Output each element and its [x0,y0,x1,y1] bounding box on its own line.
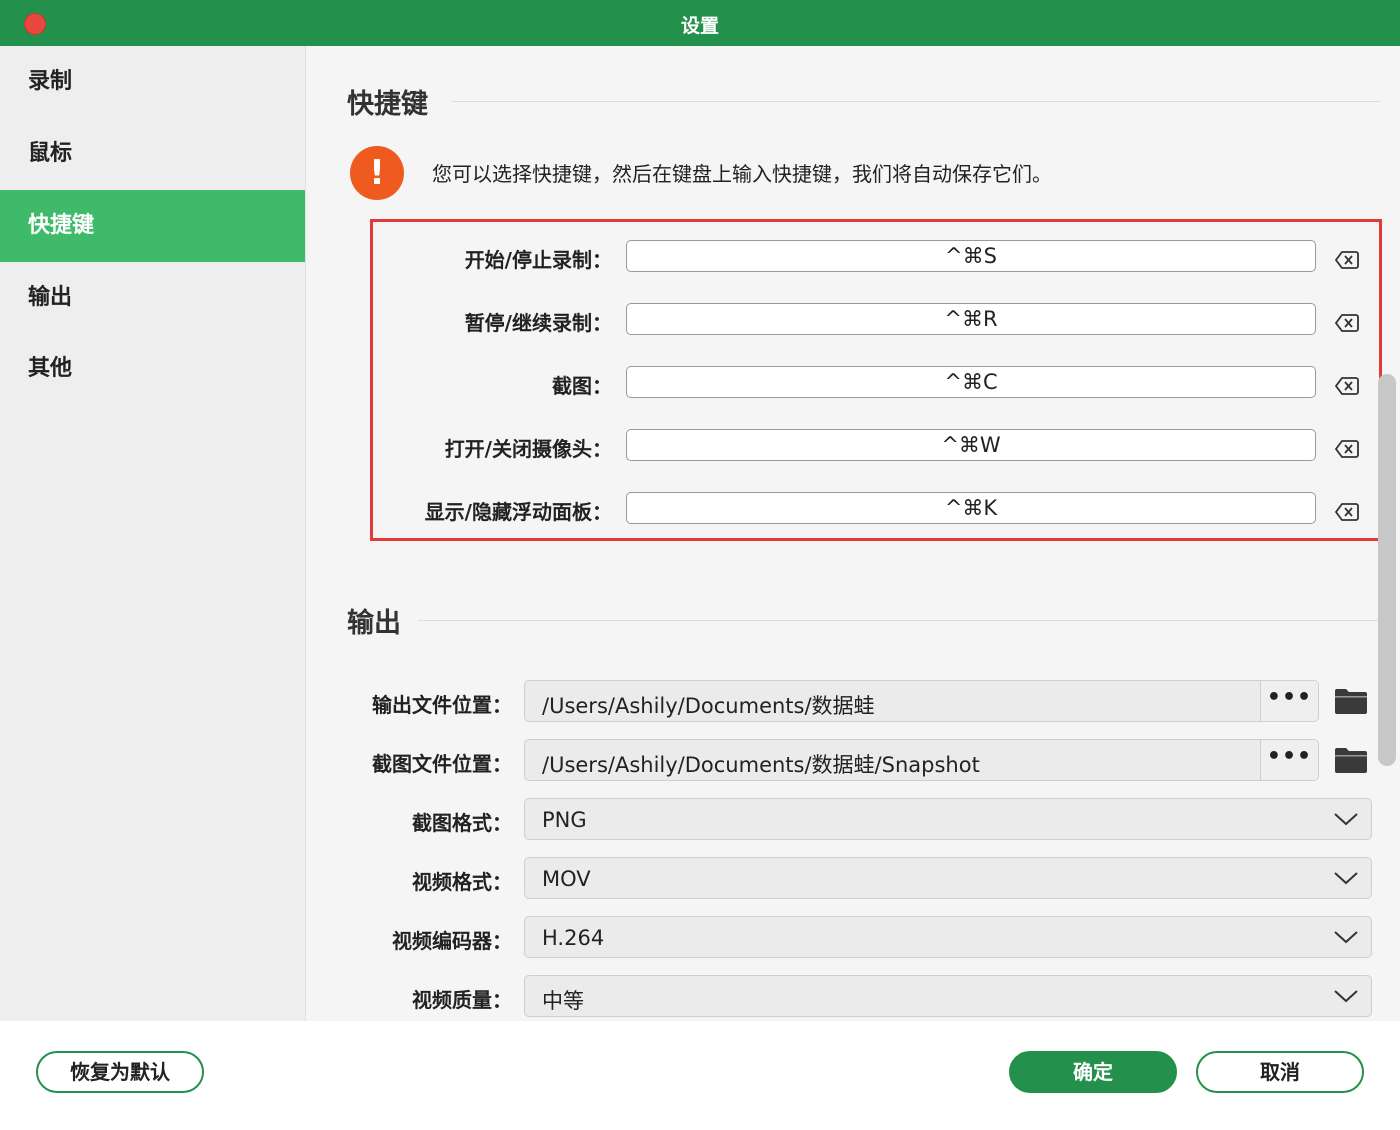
reset-default-button[interactable]: 恢复为默认 [36,1051,204,1093]
clear-hotkey-icon[interactable] [1334,249,1360,271]
hotkey-label-screenshot: 截图： [552,374,612,398]
sidebar-item-hotkeys[interactable]: 快捷键 [0,190,305,262]
ok-button[interactable]: 确定 [1009,1051,1177,1093]
folder-icon[interactable] [1334,687,1368,715]
cancel-button[interactable]: 取消 [1196,1051,1364,1093]
hotkeys-heading: 快捷键 [347,89,428,120]
chevron-down-icon [1334,931,1358,944]
video-quality-value: 中等 [542,989,584,1013]
hotkey-field-pause-resume[interactable]: ^⌘R [626,303,1316,335]
scrollbar-thumb[interactable] [1378,374,1396,766]
output-heading: 输出 [347,608,401,639]
hotkey-label-camera: 打开/关闭摄像头： [444,437,612,461]
footer-bar: 恢复为默认 确定 取消 [0,1021,1400,1130]
hotkey-field-screenshot[interactable]: ^⌘C [626,366,1316,398]
video-format-value: MOV [542,867,591,891]
section-divider [452,101,1380,102]
video-codec-value: H.264 [542,926,605,950]
snapshot-path-value: /Users/Ashily/Documents/数据蛙/Snapshot [542,753,980,777]
browse-output-button[interactable]: ••• [1260,681,1318,721]
chevron-down-icon [1334,990,1358,1003]
hotkey-label-floating-panel: 显示/隐藏浮动面板： [424,500,612,524]
hotkey-field-camera[interactable]: ^⌘W [626,429,1316,461]
sidebar-item-mouse[interactable]: 鼠标 [0,118,305,190]
sidebar-item-other[interactable]: 其他 [0,333,305,405]
hotkey-label-pause-resume: 暂停/继续录制： [464,311,612,335]
title-bar: 设置 [0,0,1400,46]
browse-snapshot-button[interactable]: ••• [1260,740,1318,780]
warning-icon: ! [350,146,404,200]
output-path-value: /Users/Ashily/Documents/数据蛙 [542,694,875,718]
video-quality-select[interactable]: 中等 [524,975,1372,1017]
hotkey-label-start-stop: 开始/停止录制： [464,248,612,272]
output-path-field[interactable]: /Users/Ashily/Documents/数据蛙 ••• [524,680,1319,722]
video-quality-label: 视频质量： [412,988,512,1012]
clear-hotkey-icon[interactable] [1334,312,1360,334]
snapshot-format-select[interactable]: PNG [524,798,1372,840]
snapshot-format-label: 截图格式： [412,811,512,835]
clear-hotkey-icon[interactable] [1334,501,1360,523]
folder-icon[interactable] [1334,746,1368,774]
window-title: 设置 [680,15,719,37]
snapshot-format-value: PNG [542,808,587,832]
hotkey-field-floating-panel[interactable]: ^⌘K [626,492,1316,524]
chevron-down-icon [1334,872,1358,885]
sidebar-item-record[interactable]: 录制 [0,46,305,118]
hotkeys-notice: 您可以选择快捷键，然后在键盘上输入快捷键，我们将自动保存它们。 [432,162,1052,186]
video-codec-select[interactable]: H.264 [524,916,1372,958]
snapshot-path-label: 截图文件位置： [372,752,512,776]
video-codec-label: 视频编码器： [392,929,512,953]
sidebar-item-output[interactable]: 输出 [0,262,305,334]
output-path-label: 输出文件位置： [372,693,512,717]
section-divider [418,620,1380,621]
settings-content: 快捷键 ! 您可以选择快捷键，然后在键盘上输入快捷键，我们将自动保存它们。 开始… [306,46,1400,1021]
clear-hotkey-icon[interactable] [1334,438,1360,460]
video-format-select[interactable]: MOV [524,857,1372,899]
chevron-down-icon [1334,813,1358,826]
snapshot-path-field[interactable]: /Users/Ashily/Documents/数据蛙/Snapshot ••• [524,739,1319,781]
clear-hotkey-icon[interactable] [1334,375,1360,397]
video-format-label: 视频格式： [412,870,512,894]
hotkey-field-start-stop[interactable]: ^⌘S [626,240,1316,272]
sidebar: 录制 鼠标 快捷键 输出 其他 [0,46,306,1021]
